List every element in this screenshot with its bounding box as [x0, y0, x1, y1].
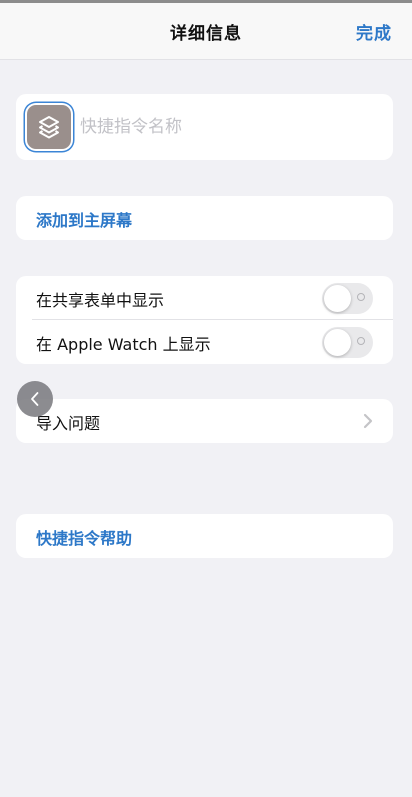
done-button[interactable]: 完成	[356, 19, 392, 44]
share-sheet-row: 在共享表单中显示	[16, 276, 393, 320]
share-sheet-label: 在共享表单中显示	[36, 291, 165, 310]
import-questions-card[interactable]: 导入问题	[16, 399, 393, 443]
chevron-right-icon	[363, 413, 373, 429]
shortcut-name-card	[16, 94, 393, 160]
help-card: 快捷指令帮助	[16, 514, 393, 558]
toggle-off-icon	[357, 293, 365, 301]
add-to-home-screen-button[interactable]: 添加到主屏幕	[36, 207, 132, 231]
shortcut-name-input[interactable]	[80, 114, 370, 140]
display-options-card: 在共享表单中显示 在 Apple Watch 上显示	[16, 276, 393, 364]
apple-watch-label: 在 Apple Watch 上显示	[36, 335, 211, 354]
page-title: 详细信息	[170, 24, 242, 44]
shortcut-icon-button[interactable]	[27, 105, 71, 149]
apple-watch-toggle[interactable]	[322, 327, 373, 358]
toggle-knob	[324, 285, 351, 312]
shortcuts-layers-icon	[39, 116, 59, 139]
import-questions-label: 导入问题	[36, 414, 101, 433]
add-to-home-card: 添加到主屏幕	[16, 196, 393, 240]
shortcuts-help-button[interactable]: 快捷指令帮助	[36, 525, 132, 549]
toggle-knob	[324, 329, 351, 356]
floating-back-button[interactable]	[17, 381, 53, 417]
toggle-off-icon	[357, 337, 365, 345]
share-sheet-toggle[interactable]	[322, 283, 373, 314]
chevron-left-icon	[31, 392, 39, 406]
details-screen: 详细信息 完成 添加到主屏幕 在共享表单中显示 在 Apple Watch 上显…	[0, 0, 412, 797]
navbar: 详细信息 完成	[0, 3, 412, 60]
apple-watch-row: 在 Apple Watch 上显示	[16, 320, 393, 364]
